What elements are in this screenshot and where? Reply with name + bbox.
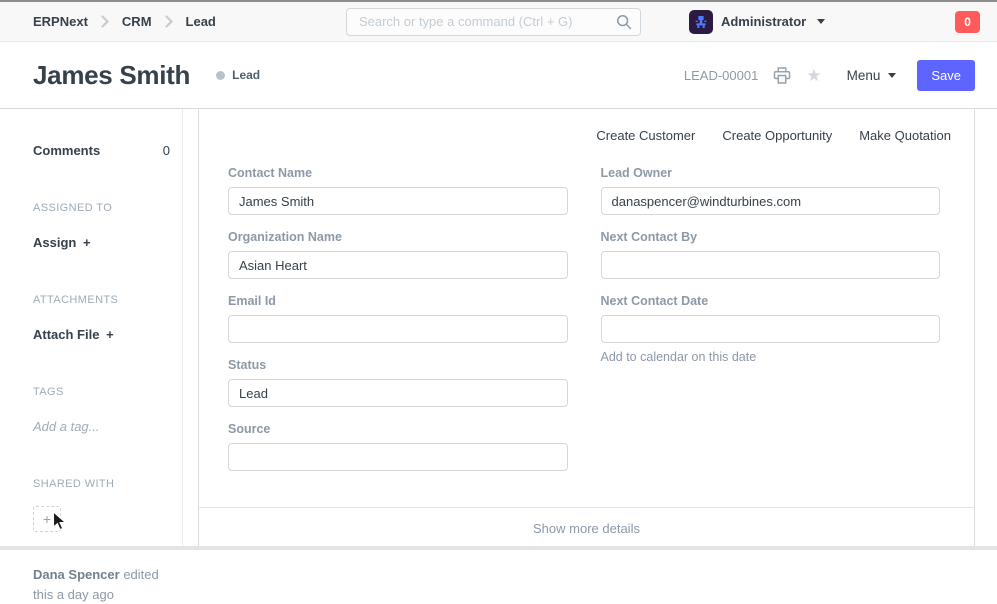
- field-lead-owner: Lead Owner: [601, 166, 941, 215]
- assign-label: Assign: [33, 235, 76, 250]
- next-contact-by-label: Next Contact By: [601, 230, 941, 244]
- attach-file-button[interactable]: Attach File +: [33, 327, 170, 342]
- page-head: James Smith Lead LEAD-00001 ★ Menu Save: [0, 42, 997, 109]
- menu-label: Menu: [847, 68, 881, 83]
- status-indicator: Lead: [216, 68, 260, 82]
- chevron-right-icon: [101, 15, 109, 28]
- comments-label: Comments: [33, 143, 100, 158]
- menu-button[interactable]: Menu: [847, 68, 897, 83]
- fields-column-left: Contact Name Organization Name Email Id …: [228, 166, 568, 486]
- status-select[interactable]: [228, 379, 568, 407]
- source-input[interactable]: [228, 443, 568, 471]
- email-id-label: Email Id: [228, 294, 568, 308]
- page-title: James Smith: [33, 60, 190, 91]
- status-label: Status: [228, 358, 568, 372]
- create-customer-button[interactable]: Create Customer: [596, 128, 695, 143]
- chevron-right-icon: [165, 15, 173, 28]
- lead-owner-label: Lead Owner: [601, 166, 941, 180]
- breadcrumb-crm[interactable]: CRM: [122, 14, 152, 29]
- user-name: Administrator: [721, 14, 806, 29]
- comments-count: 0: [163, 143, 170, 158]
- field-organization-name: Organization Name: [228, 230, 568, 279]
- window-bottom-edge: [0, 546, 997, 550]
- caret-down-icon: [817, 19, 825, 24]
- share-add-button[interactable]: +: [33, 506, 61, 532]
- save-button[interactable]: Save: [917, 60, 975, 91]
- make-quotation-button[interactable]: Make Quotation: [859, 128, 951, 143]
- fields-column-right: Lead Owner Next Contact By Next Contact …: [601, 166, 941, 486]
- notification-badge[interactable]: 0: [955, 11, 980, 33]
- plus-icon: +: [83, 235, 91, 250]
- attach-file-label: Attach File: [33, 327, 99, 342]
- show-more-details-button[interactable]: Show more details: [199, 507, 974, 548]
- user-avatar: [689, 10, 713, 34]
- print-button[interactable]: [773, 67, 791, 84]
- form-action-links: Create Customer Create Opportunity Make …: [199, 109, 974, 143]
- assign-button[interactable]: Assign +: [33, 235, 170, 250]
- last-modified-note: Dana Spencer edited this a day ago: [33, 565, 170, 604]
- caret-down-icon: [888, 73, 896, 78]
- source-label: Source: [228, 422, 568, 436]
- form-main: Create Customer Create Opportunity Make …: [198, 109, 975, 548]
- add-tag-input[interactable]: Add a tag...: [33, 419, 170, 434]
- lead-owner-input[interactable]: [601, 187, 941, 215]
- breadcrumb: ERPNext CRM Lead: [33, 14, 216, 29]
- shared-with-heading: SHARED WITH: [33, 478, 170, 490]
- next-contact-date-input[interactable]: [601, 315, 941, 343]
- user-menu[interactable]: Administrator: [689, 10, 825, 34]
- attachments-heading: ATTACHMENTS: [33, 294, 170, 306]
- printer-icon: [773, 67, 791, 84]
- field-next-contact-date: Next Contact Date Add to calendar on thi…: [601, 294, 941, 364]
- favorite-star-button[interactable]: ★: [806, 67, 821, 84]
- contact-name-input[interactable]: [228, 187, 568, 215]
- organization-name-label: Organization Name: [228, 230, 568, 244]
- plus-icon: +: [106, 327, 114, 342]
- search-icon[interactable]: [616, 14, 632, 35]
- star-icon: ★: [806, 67, 821, 84]
- next-contact-by-input[interactable]: [601, 251, 941, 279]
- fields-grid: Contact Name Organization Name Email Id …: [199, 143, 974, 486]
- breadcrumb-erpnext[interactable]: ERPNext: [33, 14, 88, 29]
- document-id: LEAD-00001: [684, 68, 758, 83]
- modified-by-user: Dana Spencer: [33, 567, 120, 582]
- robot-avatar-icon: [693, 14, 709, 30]
- form-sidebar: Comments 0 ASSIGNED TO Assign + ATTACHME…: [0, 109, 183, 548]
- comments-link[interactable]: Comments 0: [33, 143, 170, 158]
- navbar: ERPNext CRM Lead: [0, 2, 997, 42]
- field-contact-name: Contact Name: [228, 166, 568, 215]
- assigned-to-heading: ASSIGNED TO: [33, 202, 170, 214]
- share-row: +: [33, 506, 170, 532]
- next-contact-date-help: Add to calendar on this date: [601, 350, 941, 364]
- global-search: [346, 8, 641, 36]
- organization-name-input[interactable]: [228, 251, 568, 279]
- page-head-actions: LEAD-00001 ★ Menu Save: [684, 60, 975, 91]
- field-source: Source: [228, 422, 568, 471]
- field-next-contact-by: Next Contact By: [601, 230, 941, 279]
- contact-name-label: Contact Name: [228, 166, 568, 180]
- breadcrumb-lead[interactable]: Lead: [186, 14, 216, 29]
- email-id-input[interactable]: [228, 315, 568, 343]
- status-dot-icon: [216, 71, 225, 80]
- field-status: Status: [228, 358, 568, 407]
- create-opportunity-button[interactable]: Create Opportunity: [722, 128, 832, 143]
- field-email-id: Email Id: [228, 294, 568, 343]
- status-label: Lead: [232, 68, 260, 82]
- form-layout: Comments 0 ASSIGNED TO Assign + ATTACHME…: [0, 109, 997, 548]
- next-contact-date-label: Next Contact Date: [601, 294, 941, 308]
- search-input[interactable]: [346, 8, 641, 36]
- tags-heading: TAGS: [33, 386, 170, 398]
